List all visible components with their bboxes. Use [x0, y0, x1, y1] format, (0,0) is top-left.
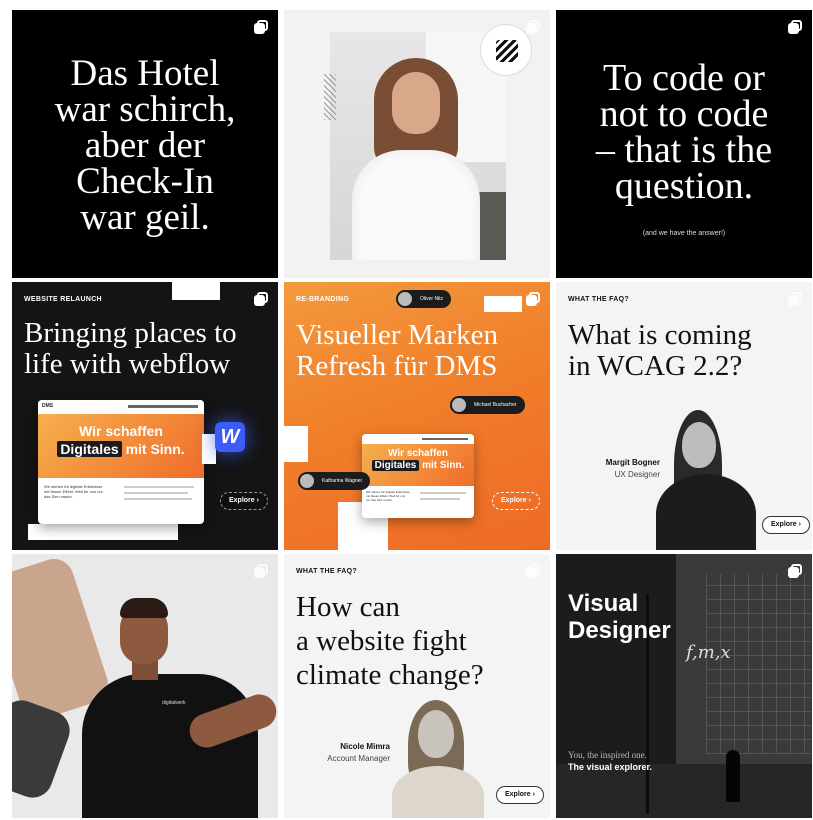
- multiple-posts-icon: [254, 564, 268, 578]
- post-wcag-faq[interactable]: WHAT THE FAQ? What is coming in WCAG 2.2…: [556, 282, 812, 550]
- job-subline: You, the inspired one.: [568, 750, 647, 760]
- code-quote-text: To code or not to code – that is the que…: [556, 57, 812, 207]
- shirt-logo-text: digitalwerk: [162, 700, 186, 706]
- quote-line: Das Hotel: [70, 53, 220, 94]
- hotel-quote-text: Das Hotel war schirch, aber der Check-In…: [12, 53, 278, 238]
- multiple-posts-icon: [254, 20, 268, 34]
- post-climate-faq[interactable]: WHAT THE FAQ? How can a website fight cl…: [284, 554, 550, 818]
- quote-line: question.: [614, 165, 754, 207]
- quote-footnote: (and we have the answer!): [642, 230, 726, 237]
- team-member-chip: Katharina Wagner: [298, 472, 371, 490]
- explore-button[interactable]: Explore ›: [762, 516, 810, 534]
- post-headline: How can a website fight climate change?: [296, 591, 484, 691]
- job-subline-bold: The visual explorer.: [568, 762, 653, 772]
- post-kicker: WHAT THE FAQ?: [296, 568, 357, 575]
- multiple-posts-icon: [788, 564, 802, 578]
- multiple-posts-icon: [526, 564, 540, 578]
- person-role: UX Designer: [614, 470, 660, 479]
- walking-person: [726, 750, 740, 802]
- multiple-posts-icon: [526, 20, 540, 34]
- quote-line: war geil.: [80, 197, 210, 238]
- person-role: Account Manager: [327, 754, 390, 763]
- post-headline: What is coming in WCAG 2.2?: [568, 319, 752, 382]
- website-mockup: DMS Wir schaffen Digitales mit Sinn. Wir…: [38, 400, 204, 524]
- post-hotel-quote[interactable]: Das Hotel war schirch, aber der Check-In…: [12, 10, 278, 278]
- instagram-post-grid: Das Hotel war schirch, aber der Check-In…: [12, 10, 812, 818]
- post-kicker: RE-BRANDING: [296, 296, 350, 303]
- gender-tag: f,m,x: [686, 642, 731, 663]
- post-kicker: WEBSITE RELAUNCH: [24, 296, 102, 303]
- post-website-relaunch[interactable]: WEBSITE RELAUNCH Bringing places to life…: [12, 282, 278, 550]
- person-name: Margit Bogner: [605, 458, 660, 467]
- quote-line: not to code: [599, 93, 769, 135]
- job-title: Visual Designer: [568, 590, 671, 644]
- person-name: Nicole Mimra: [340, 742, 390, 751]
- post-headline: Bringing places to life with webflow: [24, 317, 237, 380]
- explore-button[interactable]: Explore ›: [220, 492, 268, 510]
- webflow-logo-icon: W: [215, 422, 245, 452]
- decorative-stripes: [324, 74, 336, 120]
- post-team-member-photo[interactable]: digitalwerk: [12, 554, 278, 818]
- explore-button[interactable]: Explore ›: [492, 492, 540, 510]
- multiple-posts-icon: [526, 292, 540, 306]
- multiple-posts-icon: [788, 292, 802, 306]
- website-mockup: Wir schaffen Digitales mit Sinn. Wir ste…: [362, 434, 474, 518]
- quote-line: aber der: [84, 125, 206, 166]
- quote-line: war schirch,: [54, 89, 236, 130]
- post-visual-designer-job[interactable]: Visual Designer f,m,x You, the inspired …: [556, 554, 812, 818]
- multiple-posts-icon: [788, 20, 802, 34]
- quote-line: To code or: [603, 57, 765, 99]
- explore-button[interactable]: Explore ›: [496, 786, 544, 804]
- team-member-chip: Michael Buchacher: [450, 396, 525, 414]
- digitalwerk-badge-icon: [480, 24, 532, 76]
- post-to-code-quote[interactable]: To code or not to code – that is the que…: [556, 10, 812, 278]
- portrait-photo: [330, 32, 506, 260]
- quote-line: Check-In: [76, 161, 214, 202]
- post-kicker: WHAT THE FAQ?: [568, 296, 629, 303]
- multiple-posts-icon: [254, 292, 268, 306]
- post-new-face-portrait[interactable]: [284, 10, 550, 278]
- post-headline: Visueller Marken Refresh für DMS: [296, 319, 498, 382]
- quote-line: – that is the: [595, 129, 773, 171]
- team-member-chip: Oliver Nitz: [396, 290, 452, 308]
- post-rebranding-dms[interactable]: RE-BRANDING Oliver Nitz Visueller Marken…: [284, 282, 550, 550]
